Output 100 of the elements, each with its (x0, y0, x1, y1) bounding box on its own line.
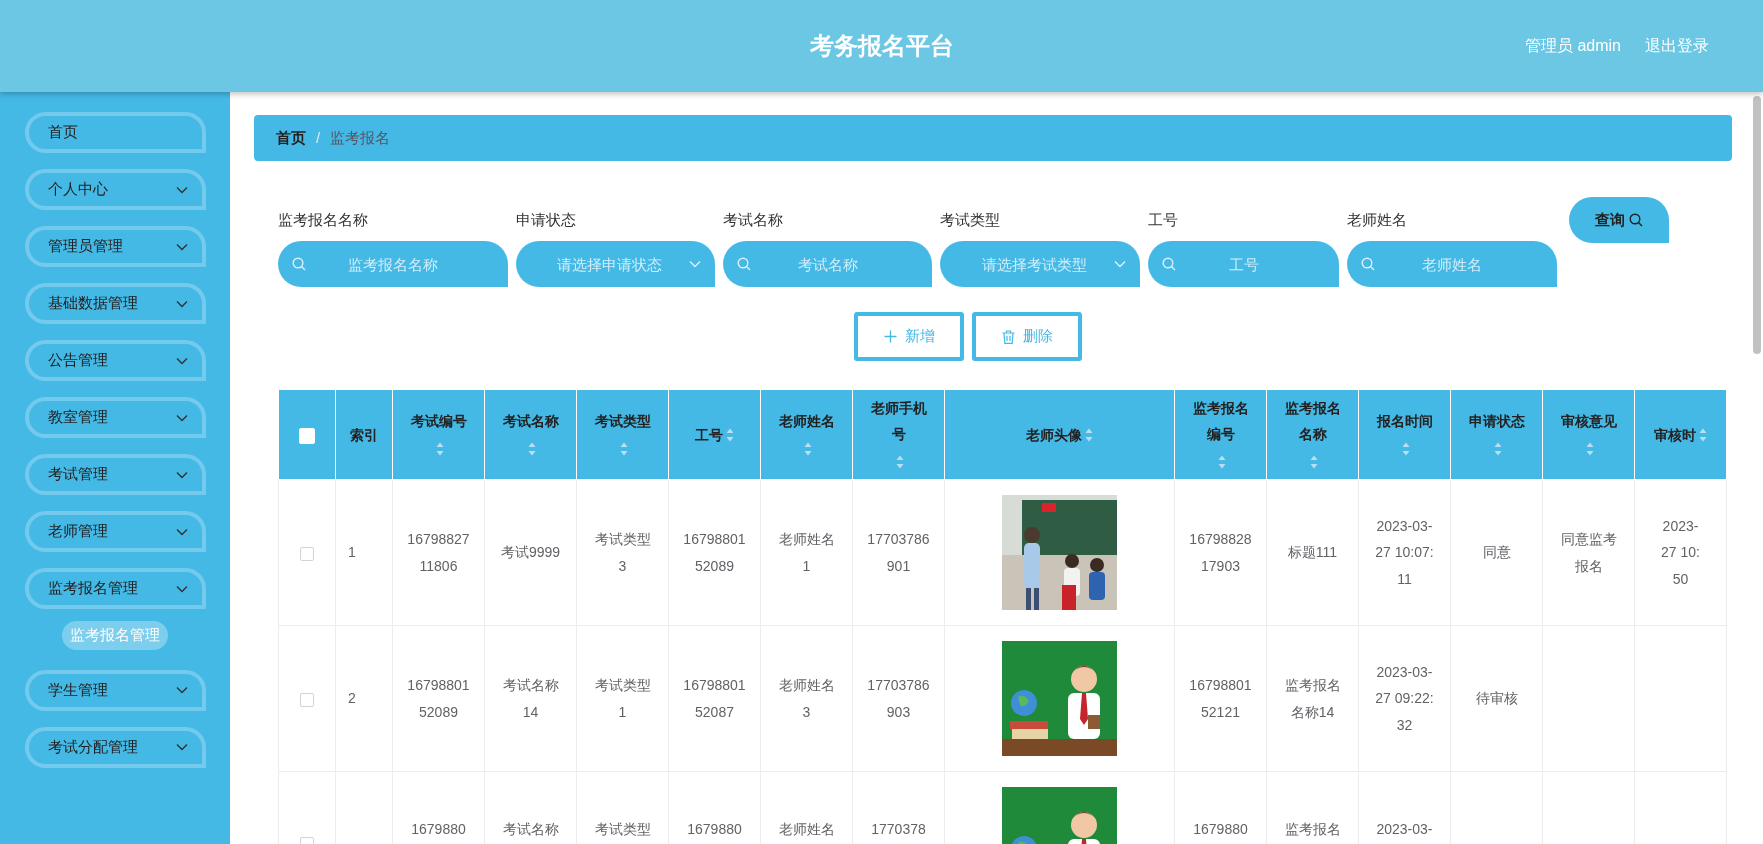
filter-label: 监考报名名称 (278, 210, 369, 229)
table-cell: 考试名称14 (502, 676, 559, 720)
sidebar-item[interactable]: 个人中心 (25, 169, 206, 210)
table-cell: 考试名称 (502, 821, 559, 837)
search-icon (1162, 257, 1176, 271)
sort-icon (528, 442, 536, 457)
column-header[interactable]: 考试名称 (484, 389, 577, 480)
table-cell: 1770378 (871, 821, 926, 837)
sort-icon (620, 442, 628, 457)
trash-icon (1001, 329, 1015, 344)
sort-icon (1085, 428, 1093, 442)
table-cell: 1679880152087 (683, 676, 746, 720)
search-icon (737, 257, 751, 271)
table-cell: 考试9999 (500, 544, 561, 561)
filter-label: 考试类型 (940, 210, 1001, 229)
sort-icon (1402, 442, 1410, 457)
table-cell: 1679880152089 (683, 530, 746, 574)
table-cell: 2023-03-27 10:07:11 (1375, 517, 1434, 587)
sort-icon (1218, 455, 1226, 470)
input-field[interactable]: 老师姓名 (1347, 241, 1557, 287)
table-cell: 待审核 (1475, 690, 1518, 707)
sort-icon (804, 442, 812, 457)
select-field[interactable]: 请选择考试类型 (940, 241, 1140, 287)
filter-label: 老师姓名 (1347, 210, 1408, 229)
column-header[interactable]: 老师头像 (944, 389, 1175, 480)
sidebar-item[interactable]: 考试管理 (25, 454, 206, 495)
table-cell: 2023-03- (1376, 821, 1433, 837)
scrollbar-thumb[interactable] (1753, 96, 1761, 354)
chevron-down-icon (176, 743, 188, 751)
select-field[interactable]: 请选择申请状态 (516, 241, 715, 287)
sidebar-item[interactable]: 学生管理 (25, 669, 206, 711)
table-cell: 老师姓名 (778, 821, 835, 837)
chevron-down-icon (176, 356, 188, 365)
column-header[interactable]: 报名时间 (1358, 389, 1451, 480)
chevron-down-icon (176, 413, 188, 422)
table-cell: 1679880152089 (407, 676, 470, 720)
table-cell: 同意监考报名 (1560, 530, 1617, 574)
sidebar-item[interactable]: 基础数据管理 (25, 283, 206, 324)
chevron-down-icon (1114, 260, 1126, 268)
row-checkbox[interactable] (300, 692, 314, 707)
column-header[interactable]: 监考报名编号 (1174, 389, 1267, 480)
sort-icon (1310, 455, 1318, 470)
column-header[interactable]: 审核时 (1634, 389, 1727, 480)
sidebar-item[interactable]: 管理员管理 (25, 226, 206, 267)
chevron-down-icon (176, 242, 188, 251)
sidebar-item[interactable]: 老师管理 (25, 511, 206, 552)
sort-icon (1699, 428, 1707, 442)
column-header[interactable]: 老师手机号 (852, 389, 945, 480)
sort-icon (436, 442, 444, 457)
input-field[interactable]: 监考报名名称 (278, 241, 508, 287)
chevron-down-icon (176, 527, 188, 536)
table-cell: 2023-03-27 09:22:32 (1375, 663, 1434, 733)
chevron-down-icon (176, 185, 188, 194)
table-cell: 同意 (1482, 544, 1511, 561)
sidebar-item[interactable]: 首页 (25, 112, 206, 153)
search-button[interactable]: 查询 (1569, 197, 1669, 243)
search-icon (1629, 213, 1643, 227)
sidebar-item[interactable]: 考试分配管理 (25, 726, 206, 768)
table-cell: 老师姓名1 (778, 530, 835, 574)
chevron-down-icon (689, 260, 701, 268)
filter-label: 工号 (1148, 210, 1179, 229)
app-title: 考务报名平台 (809, 31, 954, 61)
chevron-down-icon (176, 299, 188, 308)
column-header[interactable]: 工号 (668, 389, 761, 480)
table-cell: 2023- 27 10: 50 (1661, 517, 1700, 587)
breadcrumb-link[interactable]: 首页 (276, 126, 306, 150)
search-icon (1361, 257, 1375, 271)
search-icon (292, 257, 306, 271)
row-checkbox[interactable] (300, 546, 314, 561)
chevron-down-icon (176, 470, 188, 479)
filter-label: 申请状态 (516, 210, 577, 229)
select-all-checkbox[interactable] (299, 427, 315, 444)
user-label: 管理员 admin (1524, 36, 1621, 56)
column-header[interactable]: 老师姓名 (760, 389, 853, 480)
sort-icon (896, 455, 904, 470)
sidebar-item[interactable]: 教室管理 (25, 397, 206, 438)
sidebar-item[interactable]: 监考报名管理 (25, 568, 206, 609)
input-field[interactable]: 工号 (1148, 241, 1339, 287)
sort-icon (1494, 442, 1502, 457)
column-header[interactable]: 考试类型 (576, 389, 669, 480)
chevron-down-icon (176, 584, 188, 593)
sort-icon (1586, 442, 1594, 457)
table-cell: 1679880152121 (1189, 676, 1252, 720)
table-cell: 1679882711806 (407, 530, 470, 574)
input-field[interactable]: 考试名称 (723, 241, 932, 287)
table-cell: 监考报名名称14 (1284, 676, 1341, 720)
column-header[interactable]: 考试编号 (392, 389, 485, 480)
table-cell: 1679882817903 (1189, 530, 1252, 574)
table-cell: 监考报名 (1284, 821, 1341, 837)
table-cell: 考试类型 (594, 821, 651, 837)
column-header[interactable]: 申请状态 (1450, 389, 1543, 480)
sidebar-item[interactable]: 公告管理 (25, 340, 206, 381)
column-header[interactable]: 审核意见 (1542, 389, 1635, 480)
table-cell: 1679880 (1193, 821, 1248, 837)
chevron-down-icon (176, 686, 188, 694)
column-header[interactable]: 监考报名名称 (1266, 389, 1359, 480)
column-header[interactable]: 索引 (335, 389, 393, 480)
filter-label: 考试名称 (723, 210, 784, 229)
table-cell: 17703786901 (867, 530, 930, 574)
table-cell: 2 (348, 690, 356, 707)
